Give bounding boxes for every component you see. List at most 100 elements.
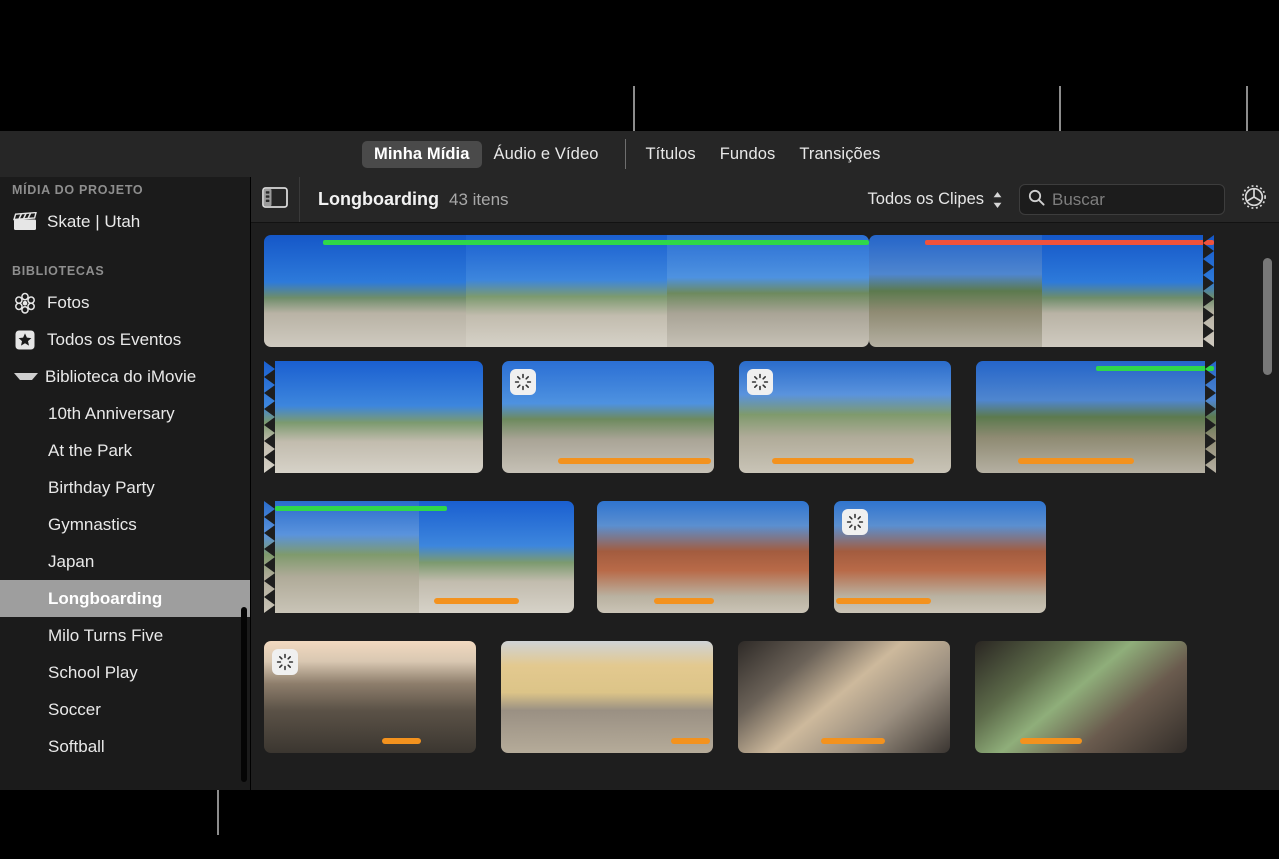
- clapperboard-icon: [12, 211, 38, 233]
- clip-frames: [501, 641, 713, 753]
- clip-longboard-filmstrip-1[interactable]: [264, 235, 869, 347]
- clip-frames: [738, 641, 950, 753]
- clip-marker-red: [925, 240, 1214, 245]
- media-row: [264, 361, 1216, 473]
- grid-vertical-scrollbar[interactable]: [1263, 258, 1272, 375]
- clip-van-rider-talking[interactable]: [975, 641, 1187, 753]
- clip-skater-yellow-helmet[interactable]: [264, 361, 483, 473]
- clip-skater-red-rock-wide[interactable]: [834, 501, 1046, 613]
- browser-title-group: Longboarding 43 itens: [300, 189, 509, 210]
- tab-audio-e-video[interactable]: Áudio e Vídeo: [482, 141, 611, 168]
- sidebar-item-gymnastics[interactable]: Gymnastics: [0, 506, 250, 543]
- star-icon: [12, 329, 38, 351]
- processing-spinner-icon: [272, 649, 298, 675]
- sidebar-item-10th-anniversary[interactable]: 10th Anniversary: [0, 395, 250, 432]
- media-row: [264, 641, 1187, 753]
- clip-frames: [597, 501, 809, 613]
- tab-minha-midia[interactable]: Minha Mídia: [362, 140, 482, 168]
- sidebar-item-soccer[interactable]: Soccer: [0, 691, 250, 728]
- toolbar-right-controls: Todos os Clipes Buscar: [868, 183, 1279, 217]
- clip-frames: [264, 501, 574, 613]
- media-row: [264, 235, 1214, 347]
- disclosure-triangle-icon[interactable]: [14, 373, 38, 380]
- clip-marker-green: [275, 506, 447, 511]
- tab-fundos[interactable]: Fundos: [708, 141, 788, 168]
- clip-frames: [264, 235, 869, 347]
- sidebar-item-label: Biblioteca do iMovie: [45, 366, 197, 386]
- media-browser: Longboarding 43 itens Todos os Clipes Bu…: [251, 177, 1279, 790]
- search-placeholder: Buscar: [1052, 189, 1105, 209]
- clip-torn-edge-icon: [264, 501, 275, 613]
- libraries-sidebar: MÍDIA DO PROJETO Skate | Utah BIBLIOTECA…: [0, 177, 251, 790]
- clip-progress-bar: [671, 738, 710, 744]
- sidebar-toggle-icon: [262, 186, 288, 213]
- clip-skater-red-rock-canyon[interactable]: [597, 501, 809, 613]
- sidebar-toggle-button[interactable]: [251, 177, 300, 222]
- sidebar-item-label: School Play: [48, 662, 138, 682]
- imovie-window: Minha Mídia Áudio e Vídeo Títulos Fundos…: [0, 131, 1279, 790]
- item-count-label: 43 itens: [448, 190, 509, 209]
- sidebar-item-label: Fotos: [47, 292, 90, 312]
- sidebar-item-longboarding[interactable]: Longboarding: [0, 580, 250, 617]
- clip-progress-bar: [654, 598, 714, 604]
- clip-progress-bar: [382, 738, 421, 744]
- sidebar-item-softball[interactable]: Softball: [0, 728, 250, 765]
- sidebar-item-todos-os-eventos[interactable]: Todos os Eventos: [0, 321, 250, 358]
- sidebar-item-label: Softball: [48, 736, 105, 756]
- main-split-view: MÍDIA DO PROJETO Skate | Utah BIBLIOTECA…: [0, 177, 1279, 790]
- sidebar-item-label: Skate | Utah: [47, 211, 141, 231]
- sidebar-item-japan[interactable]: Japan: [0, 543, 250, 580]
- clip-sunset-road[interactable]: [264, 641, 476, 753]
- tab-titulos[interactable]: Títulos: [634, 141, 708, 168]
- clip-frames: [976, 361, 1216, 473]
- clip-marker-green: [323, 240, 869, 245]
- sidebar-item-at-the-park[interactable]: At the Park: [0, 432, 250, 469]
- sidebar-item-label: 10th Anniversary: [48, 403, 175, 423]
- sidebar-item-skate-utah[interactable]: Skate | Utah: [0, 203, 250, 240]
- sidebar-item-label: Soccer: [48, 699, 101, 719]
- sidebar-item-label: Longboarding: [48, 588, 163, 608]
- clip-torn-edge-icon: [1203, 235, 1214, 347]
- clip-van-rider-laughing[interactable]: [738, 641, 950, 753]
- tab-divider: [624, 139, 626, 169]
- clip-filter-popup[interactable]: Todos os Clipes: [868, 190, 1003, 210]
- sidebar-item-milo-turns-five[interactable]: Milo Turns Five: [0, 617, 250, 654]
- settings-button[interactable]: [1237, 183, 1271, 217]
- clip-torn-edge-icon: [264, 361, 275, 473]
- clip-longboard-filmstrip-2[interactable]: [869, 235, 1214, 347]
- media-grid: [251, 222, 1279, 790]
- clip-skater-red-helmet-hills[interactable]: [976, 361, 1216, 473]
- sidebar-item-fotos[interactable]: Fotos: [0, 284, 250, 321]
- clip-torn-edge-icon: [1205, 361, 1216, 473]
- sidebar-item-label: Todos os Eventos: [47, 329, 182, 349]
- clip-progress-bar: [836, 598, 931, 604]
- clip-skater-teal-shirt-overlook[interactable]: [739, 361, 951, 473]
- media-tab-bar: Minha Mídia Áudio e Vídeo Títulos Fundos…: [0, 131, 1279, 178]
- page-title: Longboarding: [318, 189, 439, 209]
- tab-transicoes[interactable]: Transições: [787, 141, 892, 168]
- clip-progress-bar: [1018, 458, 1134, 464]
- sidebar-item-biblioteca-do-imovie[interactable]: Biblioteca do iMovie: [0, 358, 250, 395]
- clip-crossroads-trading-post-group[interactable]: [501, 641, 713, 753]
- sidebar-item-school-play[interactable]: School Play: [0, 654, 250, 691]
- sidebar-item-label: Birthday Party: [48, 477, 155, 497]
- sidebar-item-label: Gymnastics: [48, 514, 137, 534]
- sidebar-item-label: Milo Turns Five: [48, 625, 164, 645]
- clip-frames: [975, 641, 1187, 753]
- clip-frames: [264, 361, 483, 473]
- clip-skater-crouch-closeup[interactable]: [264, 501, 574, 613]
- sidebar-header-libraries: BIBLIOTECAS: [12, 264, 105, 278]
- clip-progress-bar: [821, 738, 885, 744]
- clip-frames: [869, 235, 1214, 347]
- clip-progress-bar: [772, 458, 914, 464]
- clip-progress-bar: [1020, 738, 1082, 744]
- sidebar-item-birthday-party[interactable]: Birthday Party: [0, 469, 250, 506]
- sidebar-item-label: At the Park: [48, 440, 133, 460]
- clip-filter-label: Todos os Clipes: [867, 190, 984, 208]
- processing-spinner-icon: [747, 369, 773, 395]
- sidebar-vertical-scrollbar[interactable]: [241, 607, 247, 782]
- search-input[interactable]: Buscar: [1019, 184, 1225, 215]
- clip-skater-downhill-group[interactable]: [502, 361, 714, 473]
- media-row: [264, 501, 1046, 613]
